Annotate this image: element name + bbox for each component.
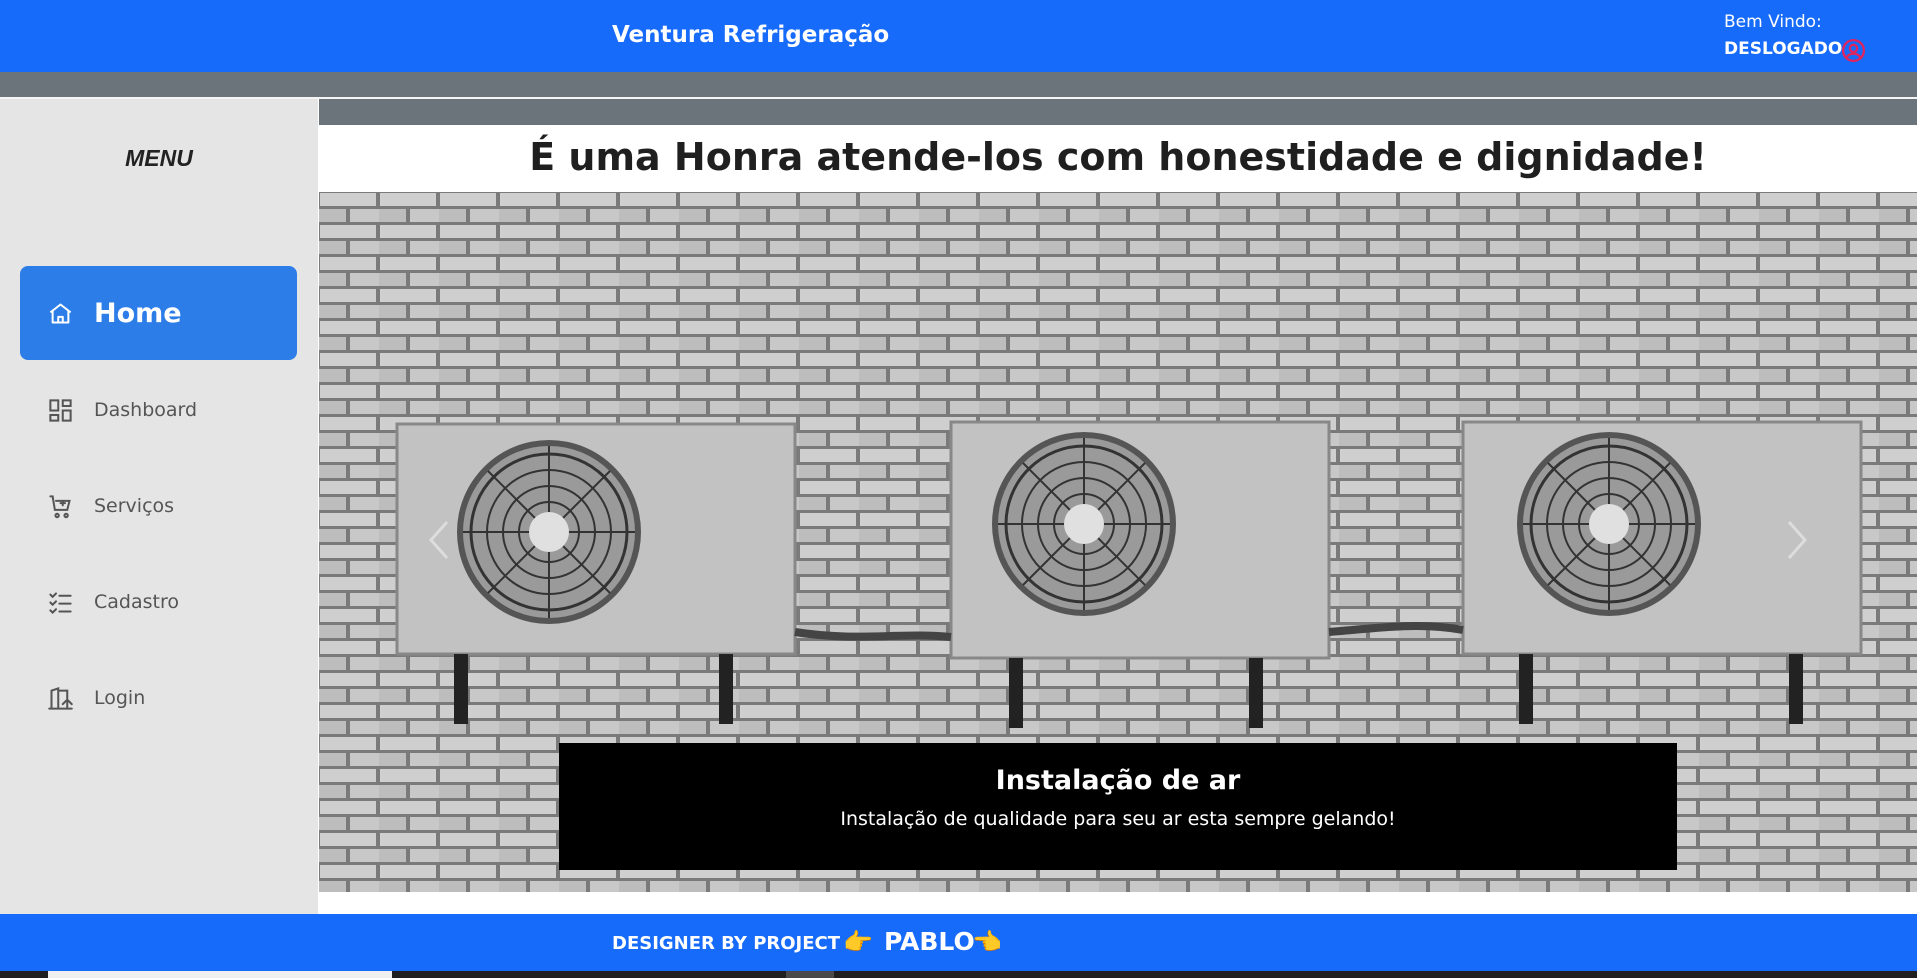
content-grey-bar: [319, 99, 1917, 125]
sidebar-item-dashboard[interactable]: Dashboard: [20, 363, 297, 457]
sidebar-item-label: Login: [94, 687, 146, 709]
taskbar-app[interactable]: [786, 971, 834, 978]
caption-title: Instalação de ar: [995, 765, 1241, 796]
sidebar-item-label: Home: [94, 297, 182, 329]
top-grey-bar: [0, 72, 1917, 97]
taskbar-search[interactable]: [48, 971, 392, 978]
dashboard-icon: [47, 397, 74, 424]
page-headline: É uma Honra atende-los com honestidade e…: [529, 135, 1707, 179]
checklist-icon: [47, 589, 74, 616]
carousel-next-icon[interactable]: [1777, 510, 1817, 570]
carousel-caption: Instalação de ar Instalação de qualidade…: [559, 743, 1677, 870]
top-navbar: Ventura Refrigeração Bem Vindo: DESLOGAD…: [0, 0, 1917, 72]
login-status: DESLOGADO: [1724, 39, 1843, 59]
sidebar-item-label: Serviços: [94, 495, 175, 517]
image-carousel[interactable]: Instalação de ar Instalação de qualidade…: [319, 192, 1917, 892]
brand-title[interactable]: Ventura Refrigeração: [612, 22, 889, 48]
sidebar-item-label: Cadastro: [94, 591, 179, 613]
sidebar-item-servicos[interactable]: Serviços: [20, 459, 297, 553]
home-icon: [47, 300, 74, 327]
main-content: É uma Honra atende-los com honestidade e…: [319, 99, 1917, 914]
footer-author-name: PABLO: [884, 927, 975, 956]
pointing-right-hand-icon: 👉: [843, 928, 873, 956]
sidebar-item-home[interactable]: Home: [20, 266, 297, 360]
login-icon: [47, 685, 74, 712]
caption-text: Instalação de qualidade para seu ar esta…: [840, 808, 1396, 830]
welcome-label: Bem Vindo:: [1724, 12, 1822, 32]
sidebar-item-login[interactable]: Login: [20, 651, 297, 745]
sidebar-item-label: Dashboard: [94, 399, 198, 421]
carousel-prev-icon[interactable]: [419, 510, 459, 570]
pointing-left-hand-icon: 👈: [972, 928, 1002, 956]
os-taskbar: [0, 971, 1917, 978]
sidebar-item-cadastro[interactable]: Cadastro: [20, 555, 297, 649]
footer: DESIGNER BY PROJECT 👉 PABLO 👈: [0, 914, 1917, 971]
footer-designer-label: DESIGNER BY PROJECT: [612, 933, 841, 954]
user-circle-icon[interactable]: [1841, 38, 1866, 63]
cart-icon: [47, 493, 74, 520]
menu-title: MENU: [125, 145, 193, 171]
sidebar: MENU Home Dashboard Serviços Cadastro Lo…: [0, 99, 318, 914]
